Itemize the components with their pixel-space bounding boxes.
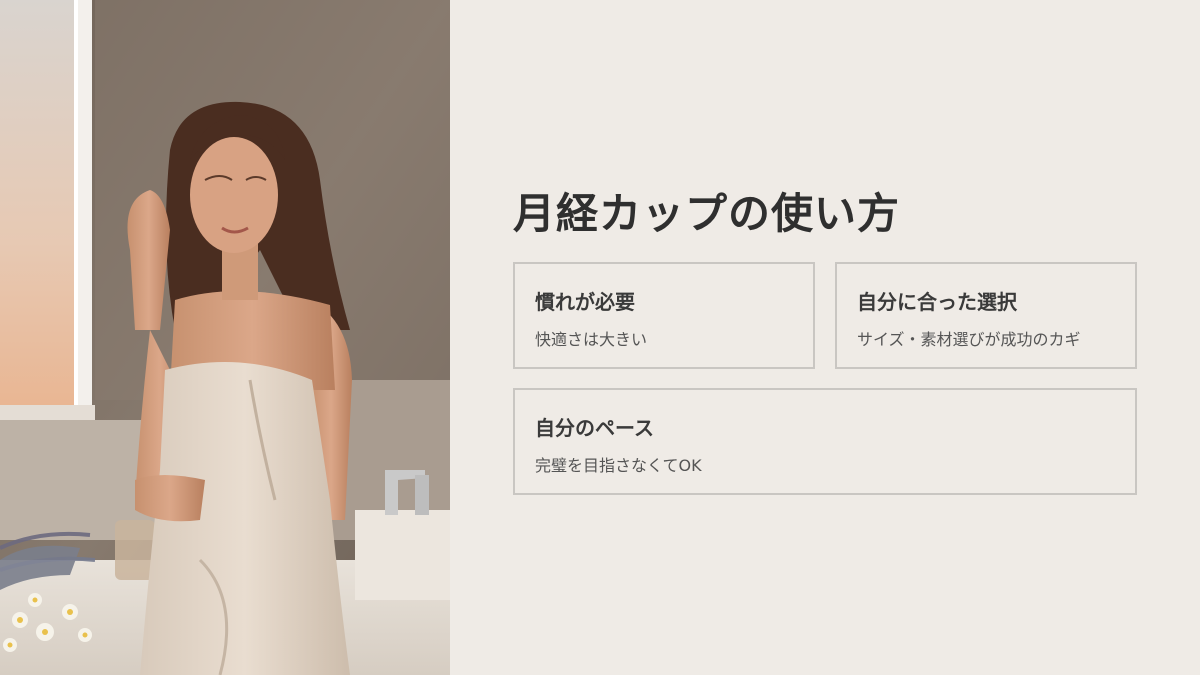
card-choose-what-fits: 自分に合った選択 サイズ・素材選びが成功のカギ (835, 262, 1137, 369)
card-description: サイズ・素材選びが成功のカギ (857, 330, 1081, 349)
content-panel: 月経カップの使い方 慣れが必要 快適さは大きい 自分に合った選択 サイズ・素材選… (513, 0, 1137, 675)
slide: 月経カップの使い方 慣れが必要 快適さは大きい 自分に合った選択 サイズ・素材選… (0, 0, 1200, 675)
card-your-own-pace: 自分のペース 完璧を目指さなくてOK (513, 388, 1137, 495)
photo-woman-in-towel (0, 0, 450, 675)
card-description: 快適さは大きい (535, 330, 648, 349)
slide-title: 月経カップの使い方 (513, 189, 901, 238)
card-title: 慣れが必要 (535, 290, 635, 314)
card-get-used-to-it: 慣れが必要 快適さは大きい (513, 262, 815, 369)
card-title: 自分に合った選択 (857, 290, 1017, 314)
card-description: 完璧を目指さなくてOK (535, 456, 702, 475)
photo-illustration (0, 0, 450, 675)
card-title: 自分のペース (535, 416, 654, 440)
